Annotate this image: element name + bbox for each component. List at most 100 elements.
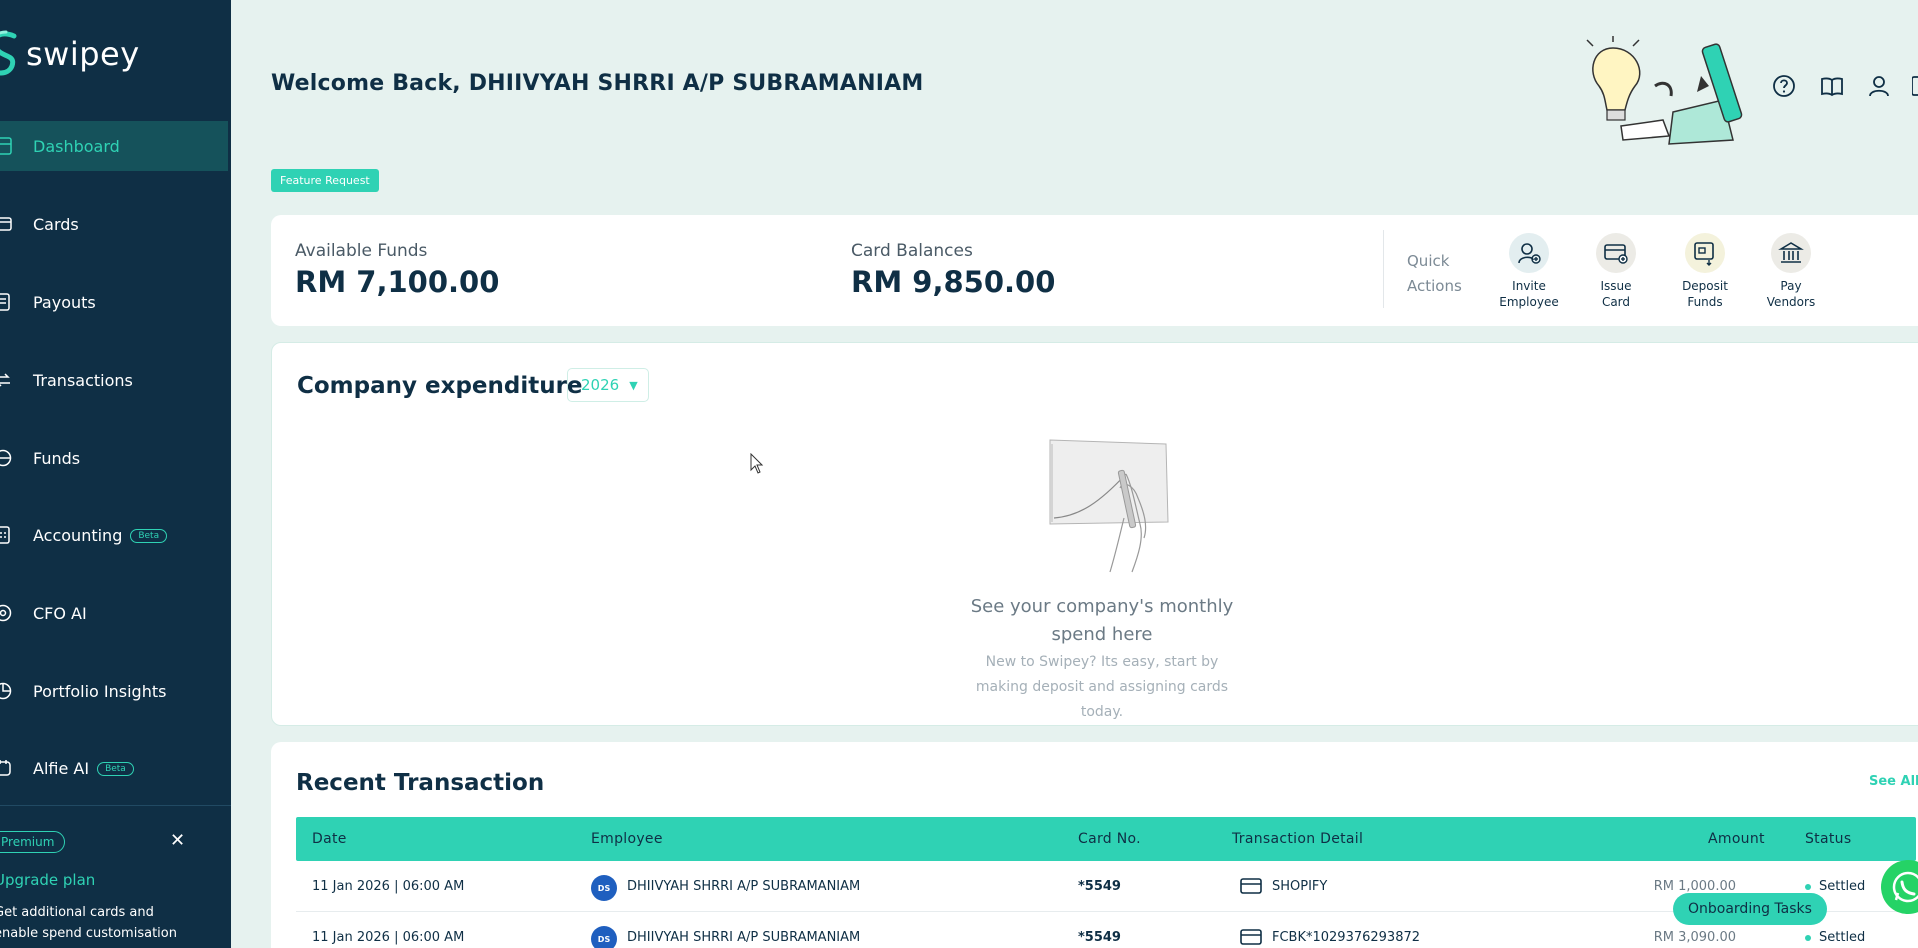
column-header-status: Status: [1805, 831, 1852, 847]
company-expenditure-card: Company expenditure 2026 ▼ See your comp…: [271, 342, 1918, 726]
mouse-cursor-icon: [750, 453, 764, 474]
see-all-link[interactable]: See All: [1869, 774, 1918, 789]
year-select[interactable]: 2026 ▼: [567, 368, 649, 402]
alfie-ai-icon: [0, 760, 11, 776]
table-row[interactable]: 11 Jan 2026 | 06:00 AM DS DHIIVYAH SHRRI…: [296, 912, 1916, 948]
empty-state-title: See your company's monthly spend here: [932, 593, 1272, 649]
sidebar-item-accounting[interactable]: Accounting Beta: [0, 510, 228, 560]
recent-transactions-title: Recent Transaction: [296, 770, 545, 796]
avatar: DS: [591, 926, 617, 948]
column-header-amount: Amount: [1708, 831, 1765, 847]
funds-icon: [0, 449, 12, 467]
card-icon: [0, 217, 12, 231]
issue-card-icon: [1596, 233, 1636, 273]
row-card-number: *5549: [1078, 930, 1121, 945]
logout-icon[interactable]: [1912, 73, 1918, 99]
sidebar-item-label: Transactions: [33, 370, 133, 390]
funds-summary-card: Available Funds RM 7,100.00 Card Balance…: [271, 215, 1918, 326]
row-employee: DHIIVYAH SHRRI A/P SUBRAMANIAM: [627, 930, 861, 945]
whatsapp-chat-button[interactable]: [1881, 860, 1918, 914]
sidebar-item-dashboard[interactable]: Dashboard: [0, 121, 228, 171]
card-balances: Card Balances RM 9,850.00: [851, 241, 1055, 299]
sidebar-item-label: Dashboard: [33, 136, 120, 156]
empty-state-sub-line: New to Swipey? Its easy, start by: [985, 654, 1219, 670]
avatar: DS: [591, 875, 617, 901]
status-text: Settled: [1819, 879, 1866, 894]
card-icon: [1240, 929, 1262, 945]
sidebar-item-label: Accounting: [33, 525, 123, 545]
empty-chart-illustration: [1049, 439, 1169, 573]
beta-badge: Beta: [97, 762, 134, 776]
sidebar-item-cards[interactable]: Cards: [0, 199, 228, 249]
sidebar-item-alfie-ai[interactable]: Alfie AI Beta: [0, 743, 228, 793]
quick-actions-label: Quick Actions: [1407, 249, 1462, 299]
close-icon[interactable]: ✕: [170, 830, 185, 851]
sidebar-item-label-wrap: Alfie AI Beta: [33, 759, 134, 778]
sidebar-item-transactions[interactable]: Transactions: [0, 355, 228, 405]
upgrade-plan-link[interactable]: Upgrade plan: [0, 871, 95, 889]
row-transaction-detail: FCBK*1029376293872: [1272, 930, 1421, 945]
qa-label: Deposit Funds: [1660, 278, 1750, 310]
row-card-number: *5549: [1078, 879, 1121, 894]
expenditure-title: Company expenditure: [297, 373, 583, 399]
upgrade-description: Get additional cards and enable spend cu…: [0, 902, 231, 944]
status-text: Settled: [1819, 930, 1866, 945]
help-icon[interactable]: [1771, 73, 1797, 99]
beta-badge: Beta: [130, 529, 168, 543]
guide-book-icon[interactable]: [1819, 73, 1845, 99]
invite-employee-icon: [1509, 233, 1549, 273]
row-transaction-detail: SHOPIFY: [1272, 879, 1328, 894]
column-header-employee: Employee: [591, 831, 663, 847]
lightbulb-pen-illustration: [1586, 36, 1743, 145]
qa-label-line: Employee: [1499, 295, 1559, 309]
row-status: Settled: [1805, 930, 1865, 945]
qa-label: Pay Vendors: [1746, 278, 1836, 310]
portfolio-icon: [0, 682, 12, 700]
card-balances-value: RM 9,850.00: [851, 265, 1056, 299]
issue-card-button[interactable]: Issue Card: [1571, 233, 1661, 310]
logo-text: swipey: [26, 35, 140, 73]
qa-label: Invite Employee: [1484, 278, 1574, 310]
sidebar-item-label: Payouts: [33, 292, 96, 312]
sidebar-item-payouts[interactable]: Payouts: [0, 277, 228, 327]
column-header-card: Card No.: [1078, 831, 1141, 847]
deposit-funds-button[interactable]: Deposit Funds: [1660, 233, 1750, 310]
whatsapp-icon: [1892, 871, 1918, 903]
premium-badge: Premium: [0, 831, 66, 853]
year-select-value: 2026: [581, 376, 620, 394]
swipey-logo[interactable]: swipey: [0, 28, 140, 80]
swipey-logo-icon: [0, 30, 17, 76]
cfo-ai-icon: [0, 604, 12, 622]
status-dot: [1805, 883, 1811, 890]
available-funds-value: RM 7,100.00: [295, 265, 500, 299]
upgrade-desc-line: Get additional cards and: [0, 905, 154, 920]
qa-label-line: Issue: [1600, 279, 1632, 293]
user-icon[interactable]: [1866, 73, 1892, 99]
row-employee: DHIIVYAH SHRRI A/P SUBRAMANIAM: [627, 879, 861, 894]
sidebar-item-label: Portfolio Insights: [33, 681, 167, 701]
accounting-icon: [0, 526, 10, 544]
column-header-detail: Transaction Detail: [1232, 831, 1364, 847]
transactions-icon: [0, 373, 10, 387]
onboarding-tasks-button[interactable]: Onboarding Tasks: [1673, 893, 1827, 925]
invite-employee-button[interactable]: Invite Employee: [1484, 233, 1574, 310]
qa-label-line: Card: [1601, 295, 1631, 309]
empty-state-title-line: See your company's monthly: [970, 596, 1234, 617]
sidebar-item-cfo-ai[interactable]: CFO AI: [0, 588, 228, 638]
qa-label-line: Invite: [1512, 279, 1546, 293]
sidebar-item-funds[interactable]: Funds: [0, 433, 228, 483]
qa-label: Issue Card: [1571, 278, 1661, 310]
sidebar-item-portfolio-insights[interactable]: Portfolio Insights: [0, 666, 228, 716]
sidebar-item-label: Alfie AI: [33, 758, 90, 778]
row-amount: RM 1,000.00: [1653, 879, 1736, 894]
sidebar-divider: [0, 805, 231, 806]
feature-request-button[interactable]: Feature Request: [271, 169, 379, 192]
qa-label-line: Pay: [1780, 279, 1802, 293]
row-date: 11 Jan 2026 | 06:00 AM: [312, 930, 465, 945]
sidebar-item-label-wrap: Accounting Beta: [33, 525, 168, 545]
dashboard-icon: [0, 137, 12, 155]
row-date: 11 Jan 2026 | 06:00 AM: [312, 879, 465, 894]
qa-label-line: Vendors: [1766, 295, 1816, 309]
pay-vendors-button[interactable]: Pay Vendors: [1746, 233, 1836, 310]
quick-actions-label-line: Quick: [1407, 252, 1450, 270]
